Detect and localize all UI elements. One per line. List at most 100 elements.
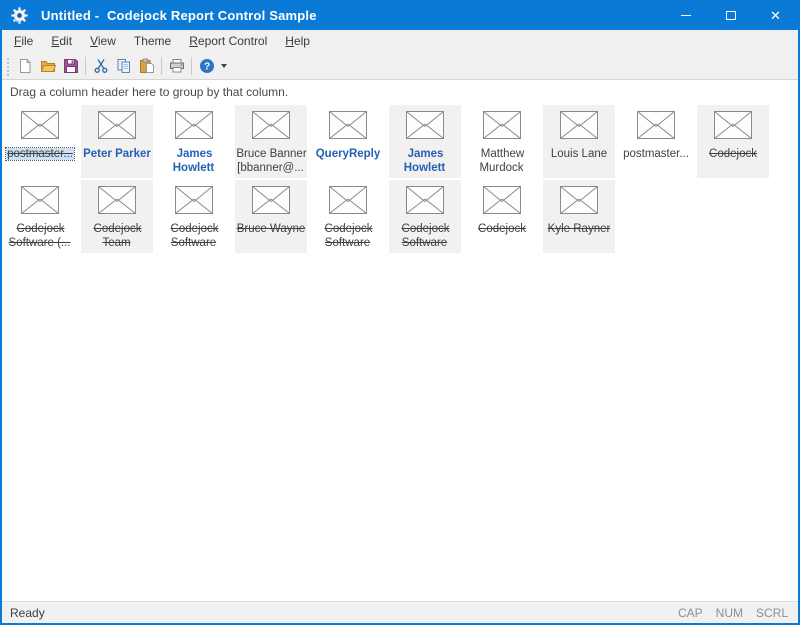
menubar: FileEditViewThemeReport ControlHelp: [2, 30, 798, 53]
envelope-icon: [483, 201, 521, 218]
envelope-icon: [98, 201, 136, 218]
envelope-icon: [329, 201, 367, 218]
report-item-label: postmaster...: [620, 147, 692, 161]
close-button[interactable]: ✕: [753, 0, 798, 30]
report-item-label: James Howlett: [158, 147, 230, 175]
indicator-num: NUM: [716, 606, 743, 620]
report-item-label-text: postmaster...: [622, 148, 690, 160]
minimize-button[interactable]: [663, 0, 708, 30]
report-item-label: Louis Lane: [543, 147, 615, 161]
report-item[interactable]: James Howlett: [389, 105, 461, 178]
menu-edit[interactable]: Edit: [42, 30, 81, 53]
envelope-icon: [560, 201, 598, 218]
report-item[interactable]: Codejock Software: [158, 180, 230, 253]
report-item-label-text: QueryReply: [315, 148, 382, 160]
report-item[interactable]: Bruce Wayne: [235, 180, 307, 253]
report-item[interactable]: postmaster...: [620, 105, 692, 178]
report-item[interactable]: Peter Parker: [81, 105, 153, 178]
report-item[interactable]: Codejock Team: [81, 180, 153, 253]
chevron-down-icon: [221, 64, 227, 68]
report-item[interactable]: Codejock Software: [312, 180, 384, 253]
help-icon: ?: [199, 58, 215, 74]
paste-icon: [139, 58, 155, 74]
envelope-icon: [98, 126, 136, 143]
report-item-label: Bruce Wayne: [235, 222, 307, 236]
report-item-label-text: Codejock Team: [93, 223, 142, 249]
window-controls: ✕: [663, 0, 798, 30]
report-item-label: postmaster...: [4, 147, 76, 161]
report-item-label-text: Kyle Rayner: [547, 223, 612, 235]
report-item-label-text: Codejock Software (...: [9, 223, 72, 249]
menu-theme[interactable]: Theme: [125, 30, 180, 53]
envelope-icon: [406, 126, 444, 143]
envelope-icon: [252, 201, 290, 218]
maximize-button[interactable]: [708, 0, 753, 30]
report-item[interactable]: Kyle Rayner: [543, 180, 615, 253]
new-button[interactable]: [13, 55, 36, 77]
envelope-icon: [21, 201, 59, 218]
help-dropdown-button[interactable]: [218, 55, 229, 77]
print-button[interactable]: [165, 55, 188, 77]
report-item[interactable]: Codejock Software (...: [4, 180, 76, 253]
paste-button[interactable]: [135, 55, 158, 77]
report-item[interactable]: Codejock: [466, 180, 538, 253]
print-icon: [169, 58, 185, 74]
menu-file[interactable]: File: [5, 30, 42, 53]
report-item-label-text: Codejock Software: [170, 223, 219, 249]
minimize-icon: [681, 15, 691, 16]
report-item-label: Codejock Team: [81, 222, 153, 250]
report-item[interactable]: QueryReply: [312, 105, 384, 178]
report-item-label-text: Bruce Banner [bbanner@...: [235, 148, 306, 174]
copy-button[interactable]: [112, 55, 135, 77]
report-item-label-text: Codejock: [477, 223, 527, 235]
report-item-label-text: Matthew Murdock: [479, 148, 524, 174]
envelope-icon: [637, 126, 675, 143]
report-item-label: Codejock Software: [312, 222, 384, 250]
titlebar: Untitled - Codejock Report Control Sampl…: [2, 0, 798, 30]
report-item-label: Bruce Banner [bbanner@...: [235, 147, 307, 175]
report-item[interactable]: Louis Lane: [543, 105, 615, 178]
report-item[interactable]: Bruce Banner [bbanner@...: [235, 105, 307, 178]
window-title: Untitled - Codejock Report Control Sampl…: [41, 8, 317, 23]
toolbar-grip[interactable]: [5, 56, 10, 76]
report-item[interactable]: Matthew Murdock: [466, 105, 538, 178]
report-item-label: Codejock Software: [389, 222, 461, 250]
save-icon: [63, 58, 79, 74]
save-button[interactable]: [59, 55, 82, 77]
menu-view[interactable]: View: [81, 30, 125, 53]
envelope-icon: [175, 201, 213, 218]
envelope-icon: [714, 126, 752, 143]
report-item-label-text: James Howlett: [404, 148, 447, 174]
report-item[interactable]: postmaster...: [4, 105, 76, 178]
open-button[interactable]: [36, 55, 59, 77]
menu-report-control[interactable]: Report Control: [180, 30, 276, 53]
open-folder-icon: [40, 58, 56, 74]
report-item-label: Kyle Rayner: [543, 222, 615, 236]
menu-help[interactable]: Help: [276, 30, 319, 53]
report-item-label-text: Codejock Software: [401, 223, 450, 249]
report-item-label: James Howlett: [389, 147, 461, 175]
new-document-icon: [17, 58, 33, 74]
status-message: Ready: [2, 606, 45, 620]
help-button[interactable]: ?: [195, 55, 218, 77]
cut-button[interactable]: [89, 55, 112, 77]
keyboard-indicators: CAPNUMSCRL: [665, 606, 798, 620]
envelope-icon: [483, 126, 521, 143]
envelope-icon: [175, 126, 213, 143]
envelope-icon: [329, 126, 367, 143]
client-area: FileEditViewThemeReport ControlHelp ? Dr…: [2, 30, 798, 623]
report-item-label-text: Codejock Software: [324, 223, 373, 249]
report-item-label: Peter Parker: [81, 147, 153, 161]
report-item[interactable]: Codejock: [697, 105, 769, 178]
report-item-label-text: Peter Parker: [82, 148, 152, 160]
report-item-label: Codejock: [466, 222, 538, 236]
report-item-label-text: Bruce Wayne: [236, 223, 307, 235]
group-by-bar[interactable]: Drag a column header here to group by th…: [2, 80, 798, 103]
report-item-label: QueryReply: [312, 147, 384, 161]
statusbar: Ready CAPNUMSCRL: [2, 601, 798, 623]
report-item-label: Codejock Software (...: [4, 222, 76, 250]
report-item-label-text: Codejock: [708, 148, 758, 160]
report-item[interactable]: James Howlett: [158, 105, 230, 178]
report-item[interactable]: Codejock Software: [389, 180, 461, 253]
indicator-scrl: SCRL: [756, 606, 788, 620]
